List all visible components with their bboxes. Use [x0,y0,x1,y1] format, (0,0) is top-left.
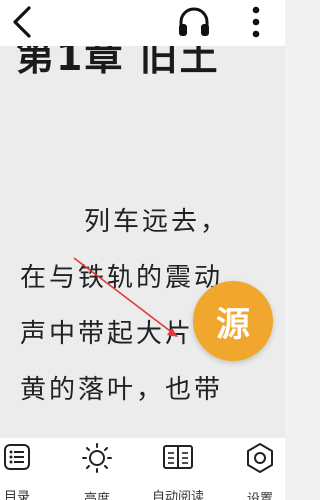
nav-label: 设置 [246,492,273,500]
listen-button[interactable] [172,2,216,42]
sun-icon [80,442,114,474]
list-icon [0,442,34,472]
more-button[interactable] [238,2,274,42]
reader-screen: 第1章 旧土 列车远去， 在与铁轨的震动 声中带起大片 黄的落叶，也带 源 目录… [0,0,285,500]
source-switch-button[interactable]: 源 [193,281,273,361]
nav-label: 目录 [3,490,30,500]
annotation-arrow [73,257,178,337]
nav-catalog[interactable]: 目录 [0,442,52,500]
back-icon [13,6,31,38]
nav-label: 自动阅读 [151,490,204,500]
book-icon [161,442,195,472]
nav-settings[interactable]: 设置 [225,442,285,500]
headphones-icon [179,7,209,36]
nav-label: 亮度 [83,492,110,500]
bottom-toolbar: 目录 亮度 自动阅读 设置 [0,438,285,500]
chapter-title: 第1章 旧土 [16,46,220,79]
source-badge-label: 源 [216,304,250,345]
text-line: 列车远去， [84,207,230,237]
back-button[interactable] [4,2,40,42]
nav-brightness[interactable]: 亮度 [62,442,132,500]
more-vertical-icon [252,6,260,38]
text-line: 黄的落叶，也带 [20,375,224,405]
nav-auto-read[interactable]: 自动阅读 [143,442,213,500]
reading-area[interactable]: 第1章 旧土 列车远去， 在与铁轨的震动 声中带起大片 黄的落叶，也带 [0,46,285,438]
top-toolbar [0,0,285,46]
settings-icon [243,442,277,474]
